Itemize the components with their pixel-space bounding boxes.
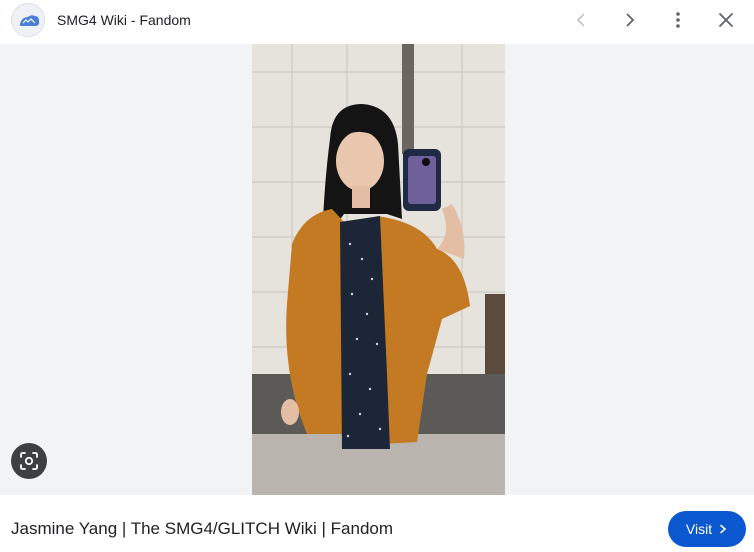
image-viewer bbox=[0, 44, 754, 495]
more-vert-icon bbox=[676, 12, 680, 28]
image-info-footer: Jasmine Yang | The SMG4/GLITCH Wiki | Fa… bbox=[0, 495, 754, 552]
visit-button-label: Visit bbox=[685, 521, 713, 537]
image-viewer-header: SMG4 Wiki - Fandom bbox=[0, 0, 754, 44]
visit-button[interactable]: Visit bbox=[668, 511, 746, 547]
next-button[interactable] bbox=[615, 5, 645, 35]
fandom-logo-icon[interactable] bbox=[11, 3, 45, 37]
google-lens-icon bbox=[20, 452, 38, 470]
more-options-button[interactable] bbox=[663, 5, 693, 35]
google-lens-button[interactable] bbox=[11, 443, 47, 479]
close-button[interactable] bbox=[711, 5, 741, 35]
preview-image[interactable] bbox=[252, 44, 505, 495]
site-name[interactable]: SMG4 Wiki - Fandom bbox=[57, 11, 191, 29]
chevron-right-icon bbox=[626, 13, 635, 27]
image-title-link[interactable]: Jasmine Yang | The SMG4/GLITCH Wiki | Fa… bbox=[11, 519, 393, 539]
previous-button[interactable] bbox=[566, 5, 596, 35]
chevron-left-icon bbox=[576, 13, 585, 27]
close-icon bbox=[719, 13, 733, 27]
chevron-right-icon bbox=[720, 524, 727, 534]
